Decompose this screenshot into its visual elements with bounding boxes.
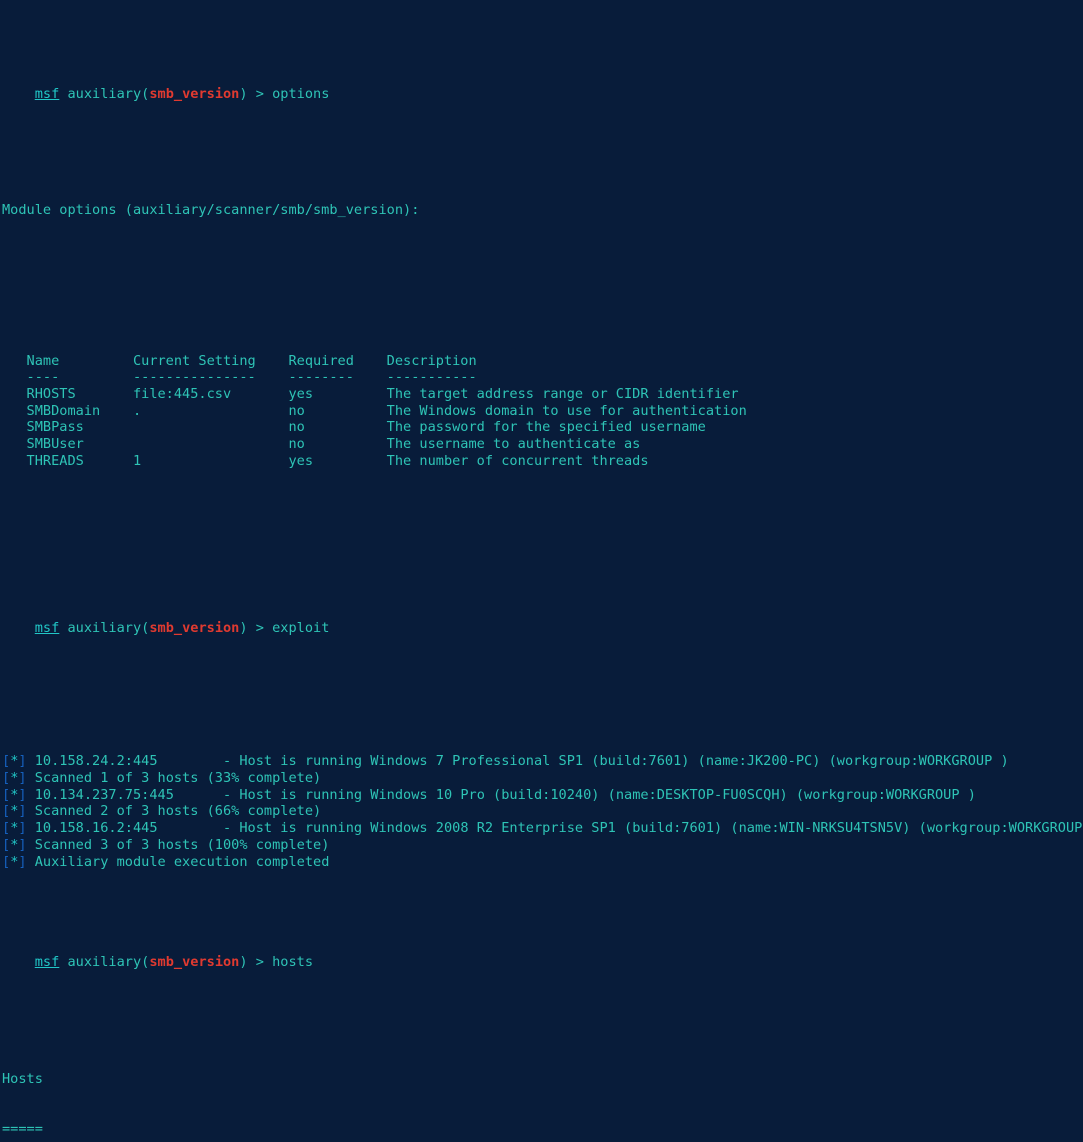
options-table-row: SMBPass no The password for the specifie…	[2, 419, 706, 436]
prompt-line-options: msf auxiliary(smb_version) > options	[0, 69, 1083, 102]
terminal-window[interactable]: msf auxiliary(smb_version) > options Mod…	[0, 0, 1083, 1142]
status-marker-bracket: [	[2, 836, 11, 853]
scan-output-block: [*] 10.158.24.2:445 - Host is running Wi…	[0, 753, 1083, 870]
options-table-rule: ---- --------------- -------- ----------…	[2, 369, 477, 386]
status-marker-star-icon: *	[10, 753, 19, 770]
status-marker-bracket: ]	[18, 820, 27, 837]
options-table-row: THREADS 1 yes The number of concurrent t…	[2, 452, 649, 469]
scan-output-line: [*] 10.134.237.75:445 - Host is running …	[0, 787, 1083, 804]
scan-output-text: 10.158.24.2:445 - Host is running Window…	[26, 753, 1009, 770]
scan-output-line: [*] Scanned 1 of 3 hosts (33% complete)	[0, 770, 1083, 787]
prompt-shell-label: msf	[34, 953, 60, 970]
prompt-module-name: smb_version	[149, 85, 240, 102]
status-marker-bracket: ]	[18, 770, 27, 787]
scan-output-text: Scanned 2 of 3 hosts (66% complete)	[26, 803, 322, 820]
status-marker-bracket: [	[2, 820, 11, 837]
scan-output-text: 10.158.16.2:445 - Host is running Window…	[26, 820, 1083, 837]
status-marker-bracket: [	[2, 786, 11, 803]
status-marker-bracket: ]	[18, 803, 27, 820]
status-marker-bracket: ]	[18, 786, 27, 803]
prompt-context-prefix: auxiliary(	[59, 619, 150, 636]
scan-output-line: [*] Auxiliary module execution completed	[0, 854, 1083, 871]
options-table-header: Name Current Setting Required Descriptio…	[2, 352, 477, 369]
status-marker-bracket: [	[2, 803, 11, 820]
module-options-header: Module options (auxiliary/scanner/smb/sm…	[2, 202, 420, 219]
prompt-context-suffix: ) >	[239, 619, 273, 636]
status-marker-star-icon: *	[10, 770, 19, 787]
scan-output-line: [*] Scanned 2 of 3 hosts (66% complete)	[0, 803, 1083, 820]
status-marker-bracket: ]	[18, 836, 27, 853]
prompt-module-name: smb_version	[149, 953, 240, 970]
prompt-shell-label: msf	[34, 85, 60, 102]
prompt-shell-label: msf	[34, 619, 60, 636]
status-marker-star-icon: *	[10, 803, 19, 820]
status-marker-bracket: ]	[18, 853, 27, 870]
prompt-line-hosts: msf auxiliary(smb_version) > hosts	[0, 937, 1083, 970]
scan-output-text: Scanned 1 of 3 hosts (33% complete)	[26, 770, 322, 787]
status-marker-star-icon: *	[10, 836, 19, 853]
command-hosts: hosts	[272, 953, 314, 970]
status-marker-bracket: [	[2, 853, 11, 870]
hosts-section-title: Hosts	[2, 1070, 43, 1087]
status-marker-bracket: [	[2, 770, 11, 787]
scan-output-line: [*] 10.158.24.2:445 - Host is running Wi…	[0, 753, 1083, 770]
prompt-context-suffix: ) >	[239, 953, 273, 970]
options-table: Name Current Setting Required Descriptio…	[0, 353, 1083, 470]
hosts-section-title-rule: =====	[2, 1120, 43, 1137]
scan-output-text: Scanned 3 of 3 hosts (100% complete)	[26, 836, 330, 853]
scan-output-line: [*] Scanned 3 of 3 hosts (100% complete)	[0, 837, 1083, 854]
scan-output-text: Auxiliary module execution completed	[26, 853, 330, 870]
prompt-line-exploit: msf auxiliary(smb_version) > exploit	[0, 603, 1083, 636]
prompt-context-suffix: ) >	[239, 85, 273, 102]
status-marker-star-icon: *	[10, 853, 19, 870]
command-exploit: exploit	[272, 619, 330, 636]
scan-output-line: [*] 10.158.16.2:445 - Host is running Wi…	[0, 820, 1083, 837]
prompt-context-prefix: auxiliary(	[59, 85, 150, 102]
status-marker-star-icon: *	[10, 786, 19, 803]
status-marker-bracket: ]	[18, 753, 27, 770]
command-options: options	[272, 85, 330, 102]
options-table-row: SMBDomain . no The Windows domain to use…	[2, 402, 747, 419]
options-table-row: RHOSTS file:445.csv yes The target addre…	[2, 386, 739, 403]
scan-output-text: 10.134.237.75:445 - Host is running Wind…	[26, 786, 976, 803]
prompt-module-name: smb_version	[149, 619, 240, 636]
status-marker-star-icon: *	[10, 820, 19, 837]
prompt-context-prefix: auxiliary(	[59, 953, 150, 970]
status-marker-bracket: [	[2, 753, 11, 770]
options-table-row: SMBUser no The username to authenticate …	[2, 436, 641, 453]
